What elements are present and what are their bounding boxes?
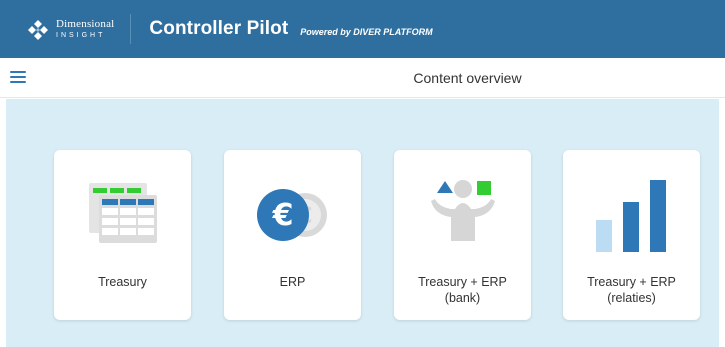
- logo-text: Dimensional INSIGHT: [56, 18, 115, 40]
- header-divider: [130, 14, 132, 44]
- tile-label-line1: Treasury + ERP: [418, 275, 507, 289]
- tile-label: Treasury: [54, 274, 191, 290]
- spreadsheet-icon: [54, 174, 191, 254]
- sub-header: Content overview: [0, 58, 725, 98]
- app-title: Controller Pilot: [149, 18, 289, 39]
- tile-label-line2: (bank): [444, 291, 481, 305]
- tile-label-line1: Treasury + ERP: [587, 275, 676, 289]
- top-bar: Dimensional INSIGHT Controller Pilot Pow…: [0, 0, 725, 58]
- tile-label: Treasury + ERP (relaties): [563, 274, 700, 306]
- tile-label-line1: ERP: [279, 275, 306, 289]
- powered-by-text: Powered by DIVER PLATFORM: [300, 27, 433, 37]
- bar-chart-icon: [563, 174, 700, 254]
- tile-label-line2: (relaties): [607, 291, 656, 305]
- person-balance-icon: [394, 174, 531, 254]
- tile-treasury-erp-bank[interactable]: Treasury + ERP (bank): [394, 150, 531, 320]
- tile-erp[interactable]: € € ERP: [224, 150, 361, 320]
- logo-line2: INSIGHT: [56, 32, 106, 39]
- tile-treasury[interactable]: Treasury: [54, 150, 191, 320]
- svg-text:€: €: [271, 198, 293, 233]
- brand-logo[interactable]: Dimensional INSIGHT: [26, 0, 114, 58]
- tile-label: ERP: [224, 274, 361, 290]
- content-area: Treasury € € ERP: [6, 99, 719, 347]
- tile-label-line1: Treasury: [98, 275, 147, 289]
- dimensional-insight-logo-icon: [28, 20, 48, 40]
- logo-line1: Dimensional: [56, 18, 115, 30]
- tile-label: Treasury + ERP (bank): [394, 274, 531, 306]
- page-title: Content overview: [413, 70, 522, 86]
- tile-treasury-erp-relaties[interactable]: Treasury + ERP (relaties): [563, 150, 700, 320]
- euro-coins-icon: € €: [224, 174, 361, 254]
